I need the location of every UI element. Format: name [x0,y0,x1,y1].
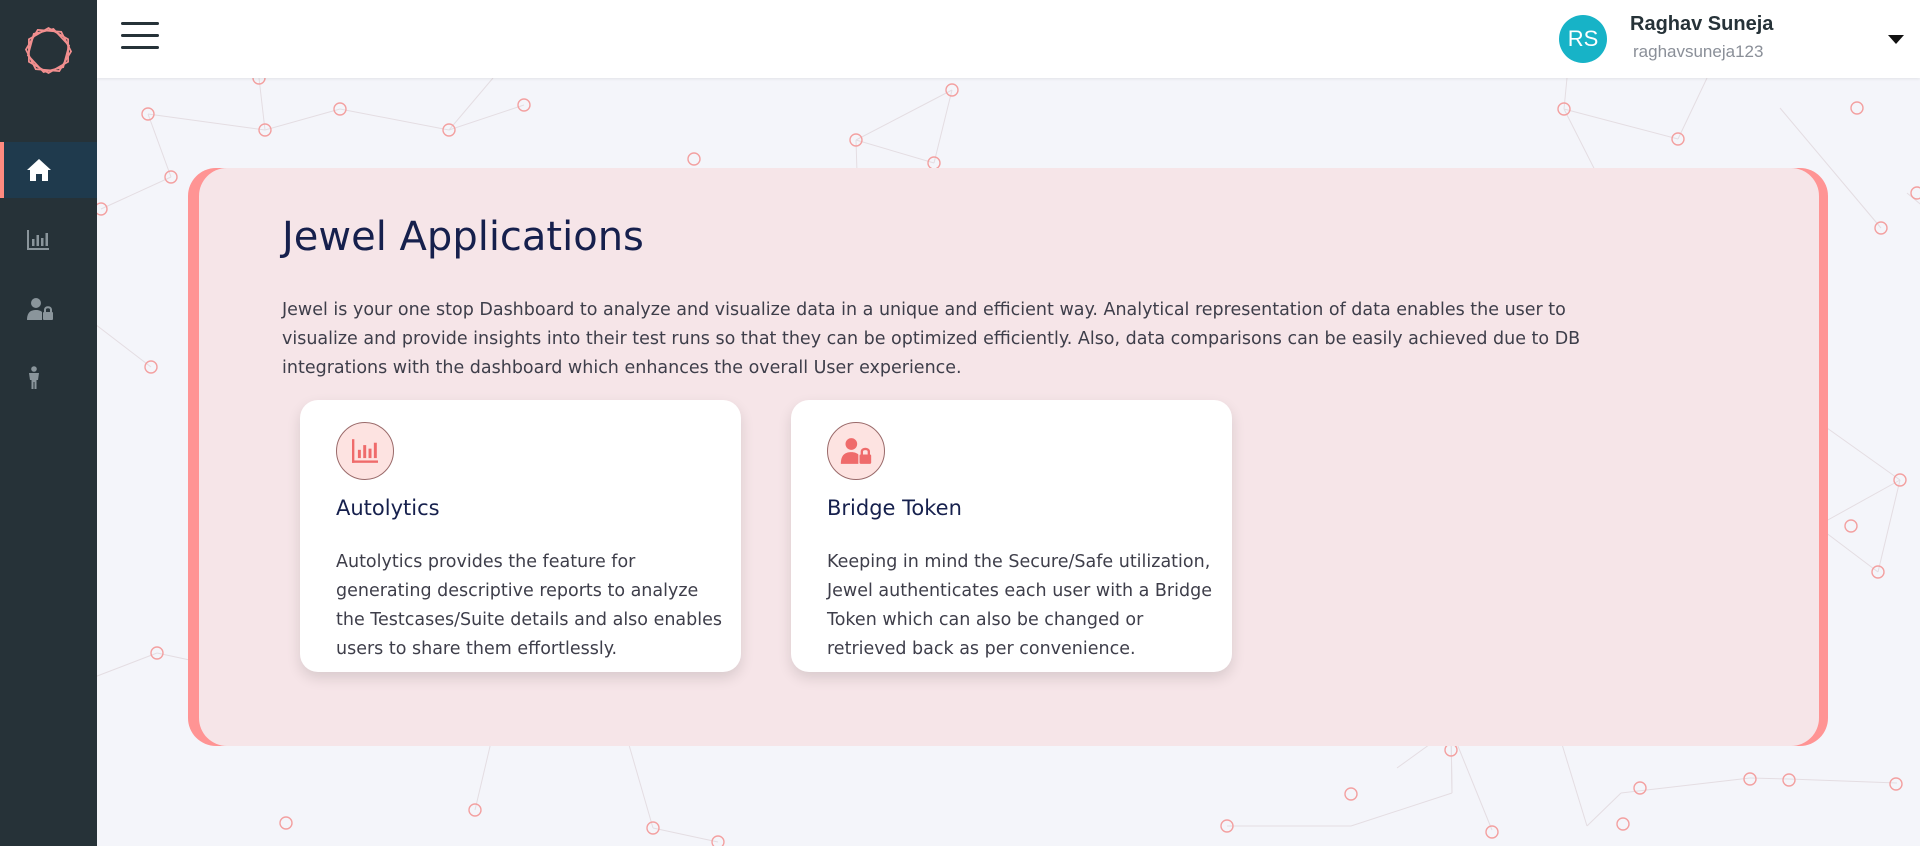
autolytics-card-icon [336,422,394,480]
bridge-token-card[interactable]: Bridge Token Keeping in mind the Secure/… [791,400,1232,672]
page-title: Jewel Applications [282,214,644,260]
sidebar-item-accessibility[interactable] [0,350,97,406]
hamburger-menu-icon[interactable] [121,22,159,50]
bridge-token-card-icon [827,422,885,480]
bar-chart-icon [352,439,378,463]
autolytics-card-title: Autolytics [336,496,440,520]
bridge-token-card-title: Bridge Token [827,496,962,520]
avatar-initials: RS [1567,26,1599,51]
avatar[interactable]: RS [1559,15,1607,63]
bridge-token-card-description: Keeping in mind the Secure/Safe utilizat… [827,551,1212,659]
user-handle: raghavsuneja123 [1633,42,1764,61]
sidebar-item-autolytics[interactable] [0,212,97,268]
applications-panel: Jewel Applications Jewel is your one sto… [199,168,1819,746]
caret-down-icon[interactable] [1888,35,1904,44]
autolytics-card-description: Autolytics provides the feature for gene… [336,551,722,659]
user-name[interactable]: Raghav Suneja [1630,13,1773,36]
applications-panel-border: Jewel Applications Jewel is your one sto… [188,168,1828,746]
hexagon-network-logo-icon[interactable] [24,26,73,75]
autolytics-card[interactable]: Autolytics Autolytics provides the featu… [300,400,741,672]
sidebar [0,0,97,846]
home-icon [27,159,51,181]
sidebar-item-bridge-token[interactable] [0,281,97,337]
user-lock-icon [840,438,872,464]
top-header: RS Raghav Suneja raghavsuneja123 [97,0,1920,78]
sidebar-item-home[interactable] [0,142,97,198]
page-description: Jewel is your one stop Dashboard to anal… [282,299,1581,378]
user-lock-icon [27,298,53,320]
person-standing-icon [29,366,39,389]
bar-chart-icon [27,230,49,250]
